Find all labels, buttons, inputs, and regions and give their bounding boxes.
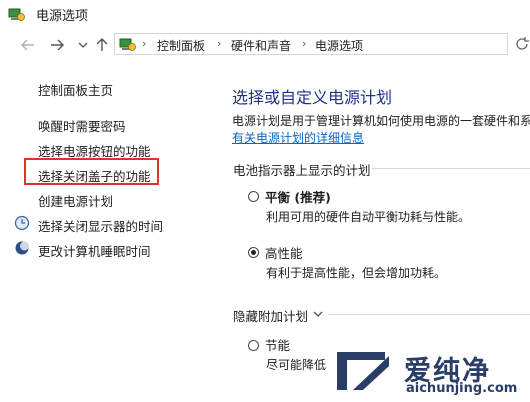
section-divider <box>372 168 530 169</box>
highlight-box <box>24 158 159 185</box>
plan-desc-high-performance: 有利于提高性能，但会增加功耗。 <box>266 266 447 280</box>
sidebar-item-create-plan[interactable]: 创建电源计划 <box>38 191 113 210</box>
radio-high-performance[interactable] <box>248 247 259 258</box>
recent-dropdown-icon[interactable] <box>75 37 91 53</box>
expand-chevron-icon[interactable] <box>312 305 324 317</box>
radio-balanced[interactable] <box>248 191 259 202</box>
moon-sleep-icon <box>14 240 30 256</box>
battery-plans-section-title: 电池指示器上显示的计划 <box>233 163 371 178</box>
breadcrumb-power-options[interactable]: 电源选项 <box>315 37 363 54</box>
sidebar-item-require-password[interactable]: 唤醒时需要密码 <box>38 116 126 135</box>
watermark-logo-icon <box>333 346 393 398</box>
power-options-icon <box>8 6 26 22</box>
page-description: 电源计划是用于管理计算机如何使用电源的一套硬件和系 <box>232 114 530 128</box>
refresh-icon[interactable] <box>515 36 530 52</box>
plan-name-balanced[interactable]: 平衡 (推荐) <box>265 187 331 206</box>
breadcrumb-control-panel[interactable]: 控制面板 <box>157 37 205 54</box>
radio-power-saver[interactable] <box>248 340 259 351</box>
hidden-plans-section-title: 隐藏附加计划 <box>233 309 309 324</box>
forward-arrow-icon[interactable] <box>49 37 65 53</box>
power-plan-info-link[interactable]: 有关电源计划的详细信息 <box>232 129 364 146</box>
sidebar-item-sleep-time[interactable]: 更改计算机睡眠时间 <box>38 241 151 260</box>
breadcrumb-hardware-sound[interactable]: 硬件和声音 <box>231 37 291 54</box>
sidebar-item-display-off-time[interactable]: 选择关闭显示器的时间 <box>38 216 163 235</box>
chevron-right-icon: › <box>302 37 307 50</box>
chevron-right-icon: › <box>142 37 147 50</box>
watermark-url: aichunjing.com <box>406 381 518 396</box>
window-title: 电源选项 <box>36 9 89 24</box>
plan-name-high-performance[interactable]: 高性能 <box>265 243 303 262</box>
page-title: 选择或自定义电源计划 <box>232 88 393 107</box>
back-arrow-icon[interactable] <box>20 37 36 53</box>
plan-desc-balanced: 利用可用的硬件自动平衡功耗与性能。 <box>266 210 471 224</box>
up-arrow-icon[interactable] <box>94 37 110 53</box>
address-bar[interactable]: › 控制面板 › 硬件和声音 › 电源选项 <box>114 33 508 55</box>
control-panel-icon <box>119 36 137 52</box>
display-clock-icon <box>14 215 30 231</box>
sidebar-item-control-panel-home[interactable]: 控制面板主页 <box>38 80 113 99</box>
chevron-right-icon: › <box>217 37 222 50</box>
section-divider <box>328 314 530 315</box>
plan-name-power-saver[interactable]: 节能 <box>265 335 290 354</box>
title-bar: 电源选项 <box>0 0 530 28</box>
plan-desc-power-saver: 尽可能降低 <box>266 358 327 372</box>
